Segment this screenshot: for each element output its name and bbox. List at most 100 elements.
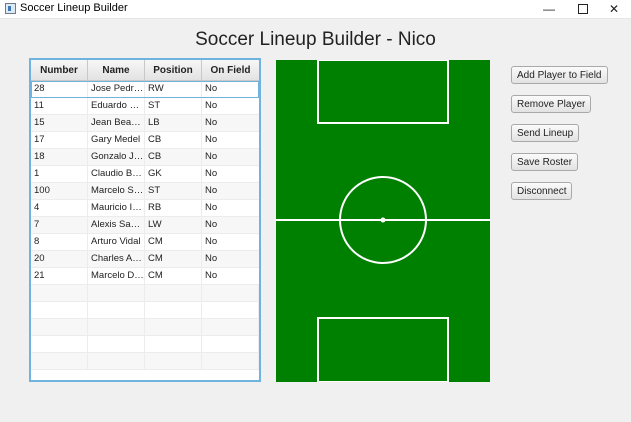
table-row[interactable]: 15 Jean Beaus... LB No (31, 115, 259, 132)
cell-position: LW (145, 217, 202, 233)
table-row[interactable]: 21 Marcelo Diaz CM No (31, 268, 259, 285)
cell-position: CB (145, 149, 202, 165)
cell-number: 8 (31, 234, 88, 250)
cell-position: RW (145, 81, 202, 97)
table-row[interactable]: 100Marcelo SalasSTNo (31, 183, 259, 200)
empty-cell (202, 336, 259, 352)
cell-on-field: No (205, 236, 218, 247)
cell-number: 1 (31, 166, 88, 182)
maximize-button[interactable] (567, 0, 599, 18)
add-player-to-field-button[interactable]: Add Player to Field (511, 66, 608, 84)
table-body: 28 Jose Pedro ... RW No 11 Eduardo Va... ST No 1… (31, 81, 259, 370)
cell-number: 18 (31, 149, 88, 165)
cell-position: CM (145, 251, 202, 267)
table-row[interactable]: 17 Gary Medel CB No (31, 132, 259, 149)
column-header-on-field[interactable]: On Field (202, 60, 259, 80)
center-spot (380, 217, 386, 223)
empty-cell (31, 336, 88, 352)
send-lineup-button[interactable]: Send Lineup (511, 124, 580, 142)
empty-cell (202, 319, 259, 335)
empty-cell (88, 319, 145, 335)
cell-name: Marcelo Diaz (88, 268, 145, 284)
save-roster-button[interactable]: Save Roster (511, 153, 579, 171)
cell-name: Arturo Vidal (88, 234, 145, 250)
cell-name: Claudio Bra... (88, 166, 145, 182)
cell-position: CM (145, 234, 202, 250)
cell-number: 4 (31, 200, 88, 216)
empty-cell (88, 285, 145, 301)
cell-position: RB (145, 200, 202, 216)
cell-number: 21 (31, 268, 88, 284)
table-row[interactable]: 20 Charles Ara... CM No (31, 251, 259, 268)
empty-table-row (31, 319, 259, 336)
cell-name: Jose Pedro ... (88, 81, 145, 97)
empty-table-row (31, 336, 259, 353)
cell-number: 7 (31, 217, 88, 233)
table-row[interactable]: 1 Claudio Bra... GK No (31, 166, 259, 183)
window-title: Soccer Lineup Builder (20, 2, 128, 14)
table-row[interactable]: 7 Alexis Sanc... LW No (31, 217, 259, 234)
cell-position: CB (145, 132, 202, 148)
empty-cell (88, 336, 145, 352)
disconnect-button[interactable]: Disconnect (511, 182, 573, 200)
cell-number: 15 (31, 115, 88, 131)
table-header: Number Name Position On Field (31, 60, 259, 81)
cell-on-field: No (205, 168, 218, 179)
close-button[interactable]: ✕ (598, 0, 630, 18)
cell-name: Gary Medel (88, 132, 145, 148)
table-row[interactable]: 4 Mauricio Isla RB No (31, 200, 259, 217)
roster-table[interactable]: Number Name Position On Field 28 Jose Ped… (29, 58, 261, 382)
cell-on-field: No (205, 253, 218, 264)
empty-cell (202, 285, 259, 301)
cell-name: Mauricio Isla (88, 200, 145, 216)
cell-position: LB (145, 115, 202, 131)
column-header-position[interactable]: Position (145, 60, 202, 80)
cell-on-field: No (205, 117, 218, 128)
cell-position: ST (145, 98, 202, 114)
empty-cell (145, 319, 202, 335)
cell-number: 100 (31, 183, 88, 199)
table-row[interactable]: 11 Eduardo Va... ST No (31, 98, 259, 115)
empty-table-row (31, 302, 259, 319)
column-header-name[interactable]: Name (88, 60, 145, 80)
table-row[interactable]: 8 Arturo Vidal CM No (31, 234, 259, 251)
cell-on-field: No (205, 202, 218, 213)
minimize-button[interactable]: — (533, 0, 565, 18)
cell-number: 28 (31, 81, 88, 97)
column-header-number[interactable]: Number (31, 60, 88, 80)
cell-on-field: No (205, 151, 218, 162)
empty-cell (145, 353, 202, 369)
cell-on-field: No (205, 100, 218, 111)
cell-name: Alexis Sanc... (88, 217, 145, 233)
bottom-penalty-box (317, 317, 449, 383)
cell-position: GK (145, 166, 202, 182)
empty-cell (202, 353, 259, 369)
maximize-icon (578, 4, 588, 14)
field-markings (276, 59, 490, 383)
cell-on-field: No (205, 83, 218, 94)
app-icon (5, 3, 16, 14)
empty-cell (145, 285, 202, 301)
cell-on-field: No (205, 270, 218, 281)
empty-cell (202, 302, 259, 318)
empty-cell (31, 319, 88, 335)
empty-cell (31, 353, 88, 369)
empty-cell (88, 302, 145, 318)
empty-cell (31, 302, 88, 318)
table-row[interactable]: 18 Gonzalo Jara CB No (31, 149, 259, 166)
empty-table-row (31, 353, 259, 370)
empty-cell (31, 285, 88, 301)
cell-name: Charles Ara... (88, 251, 145, 267)
cell-name: Eduardo Va... (88, 98, 145, 114)
page-title: Soccer Lineup Builder - Nico (195, 29, 436, 50)
soccer-field[interactable] (276, 59, 490, 383)
empty-cell (145, 336, 202, 352)
table-row[interactable]: 28 Jose Pedro ... RW No (31, 81, 259, 98)
cell-position: CM (145, 268, 202, 284)
cell-on-field: No (205, 219, 218, 230)
empty-cell (88, 353, 145, 369)
cell-number: 20 (31, 251, 88, 267)
remove-player-button[interactable]: Remove Player (511, 95, 592, 113)
empty-table-row (31, 285, 259, 302)
cell-number: 11 (31, 98, 88, 114)
